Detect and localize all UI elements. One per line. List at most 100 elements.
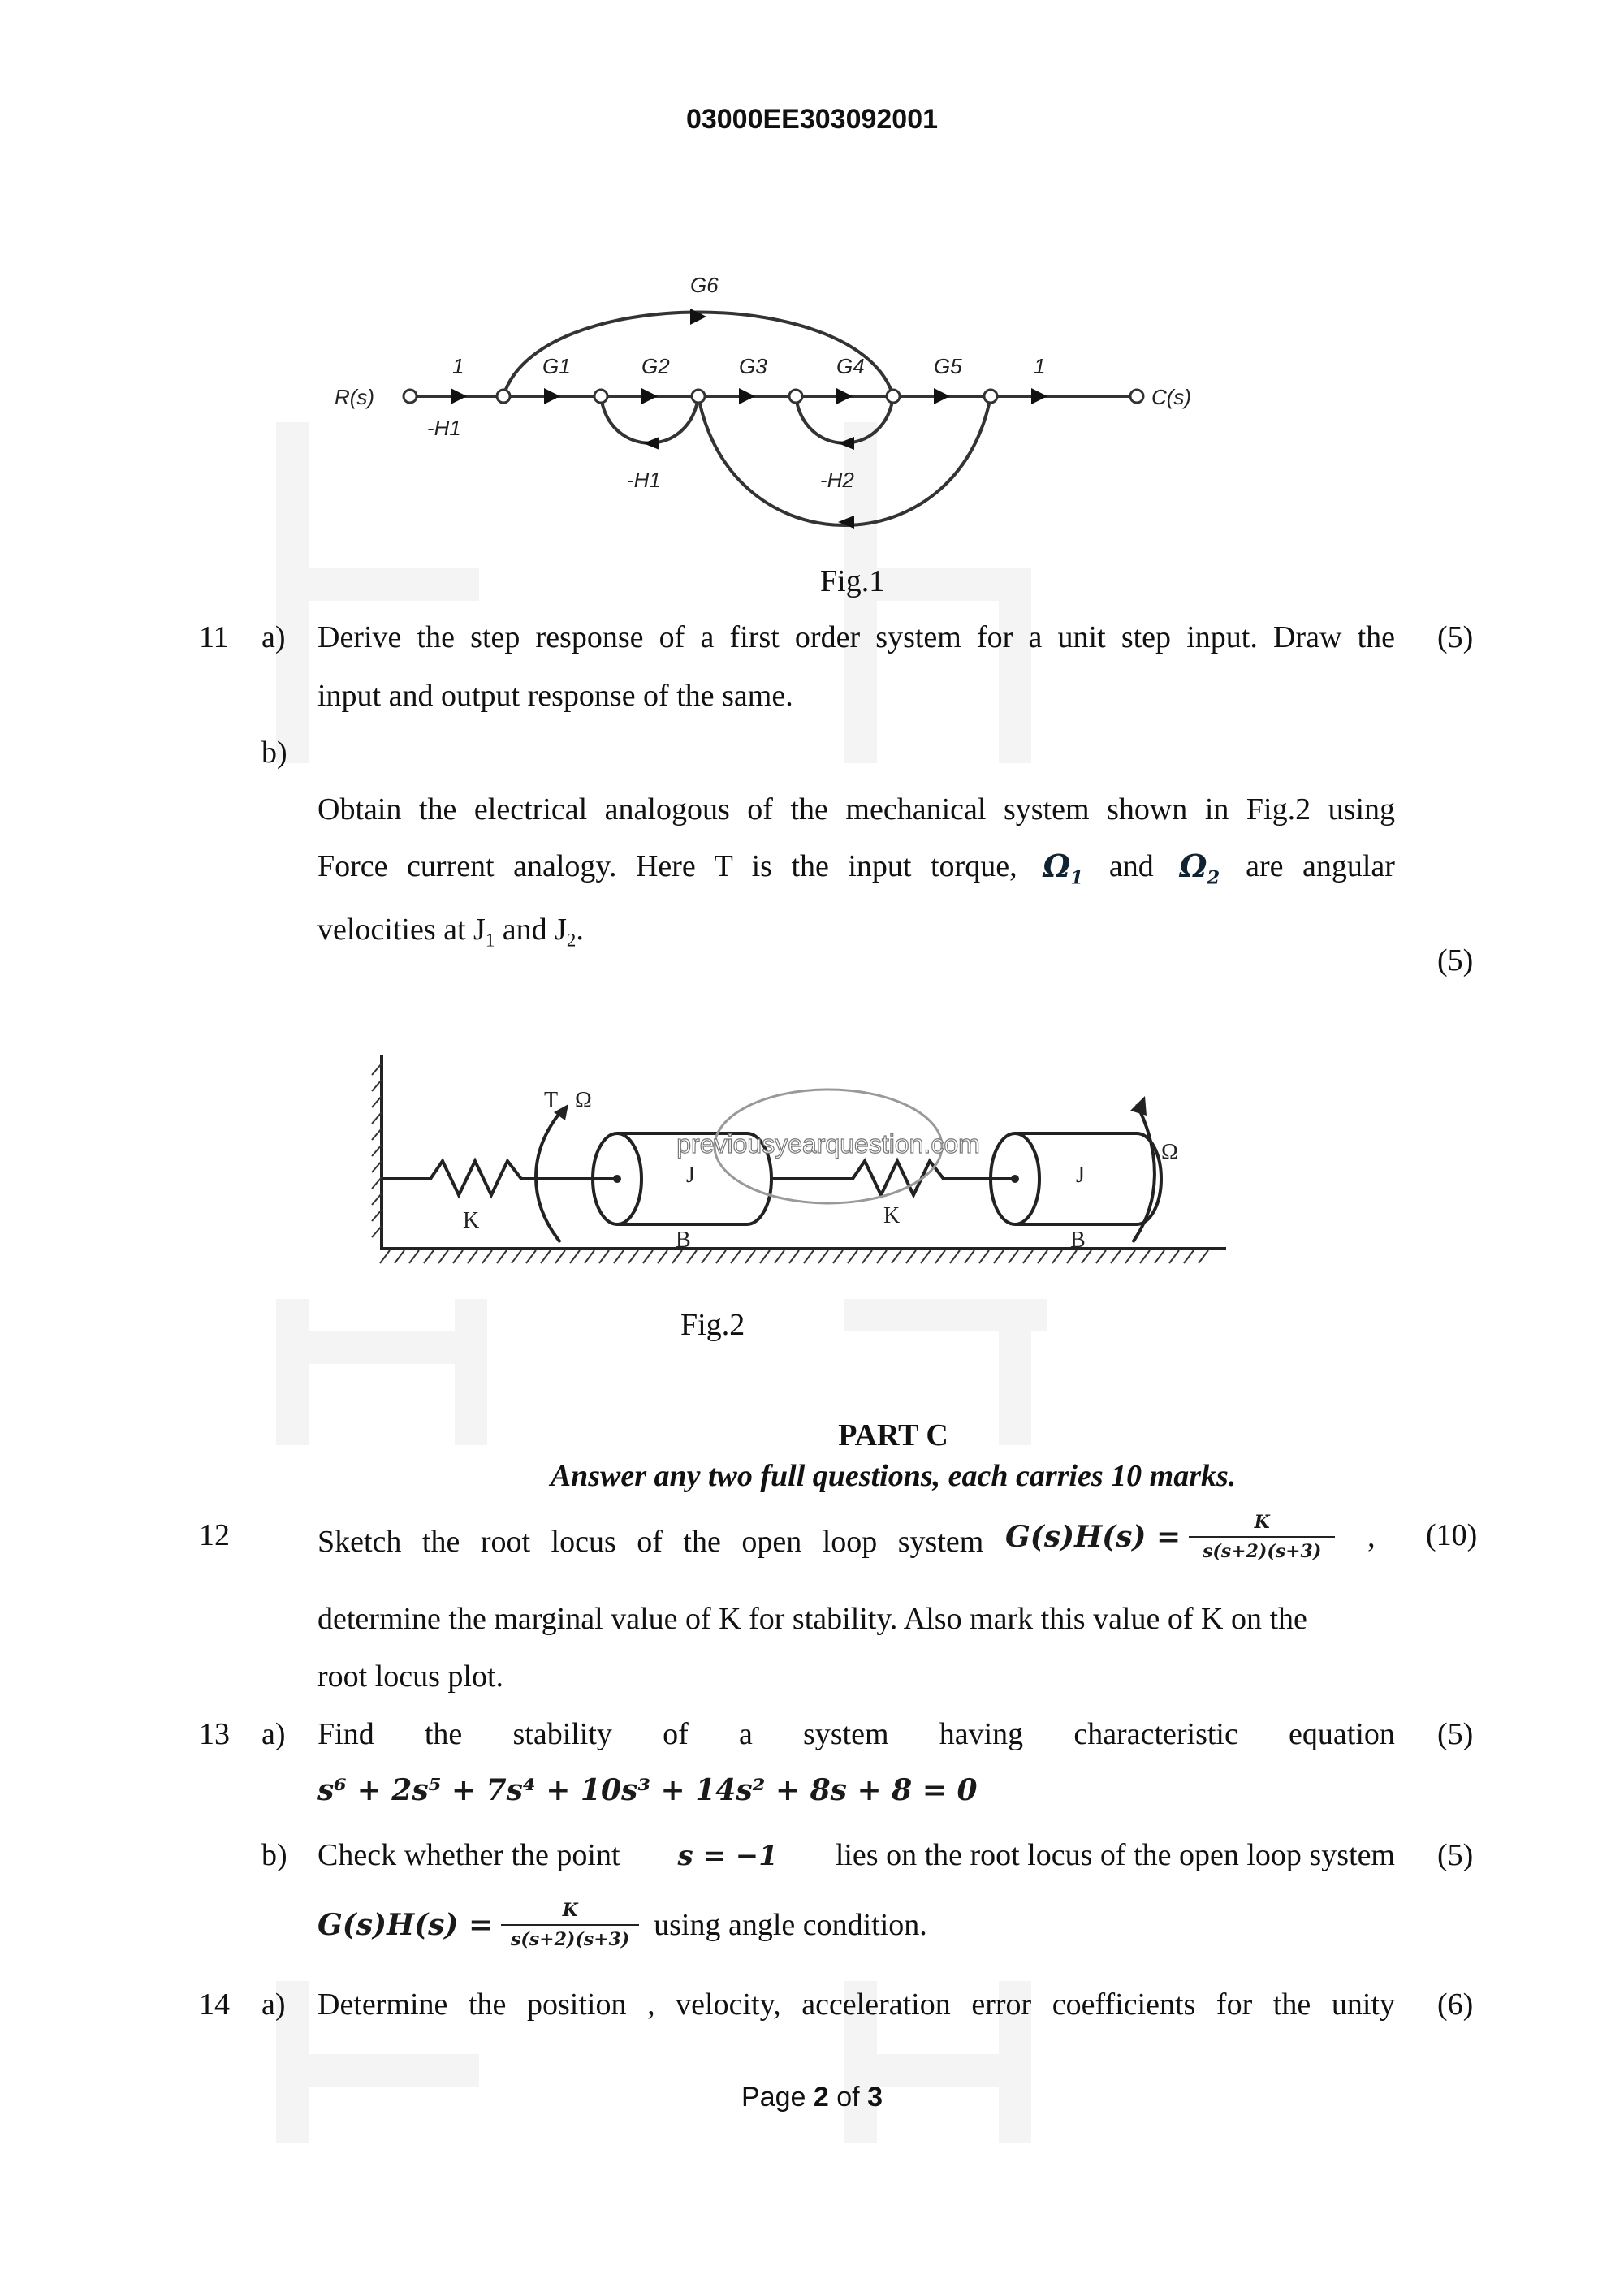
word: stability <box>512 1717 612 1751</box>
word: having <box>939 1717 1024 1751</box>
point-value: s = −1 <box>677 1840 778 1872</box>
label-gain: G2 <box>641 354 670 378</box>
label-feedback: -H1 <box>427 416 461 440</box>
ground-hatch-line <box>1125 1249 1136 1264</box>
label-feedback: -H1 <box>627 468 661 492</box>
ground-hatch-line <box>818 1249 829 1264</box>
ground-hatch-line <box>935 1249 946 1264</box>
ground-hatch-line <box>496 1249 508 1264</box>
question-text: Obtain the electrical analogous of the m… <box>317 792 1395 826</box>
tf-fraction: K s(s+2)(s+3) <box>501 1900 640 1950</box>
marks: (5) <box>1437 620 1474 654</box>
marks: (5) <box>1437 1717 1474 1751</box>
label-omega2: Ω <box>1161 1140 1178 1165</box>
label-feedback: -H2 <box>820 468 854 492</box>
ground-hatch-line <box>832 1249 844 1264</box>
arrow-forward-g3 <box>739 388 755 404</box>
ground-hatch-line <box>482 1249 493 1264</box>
ground-hatch-line <box>701 1249 712 1264</box>
question-text-line: Force current analogy. Here T is the inp… <box>317 851 1395 887</box>
tf-lhs: G(s)H(s) = <box>317 1908 494 1942</box>
omega-1: Ω1 <box>1043 848 1084 889</box>
question-number: 11 <box>199 620 229 654</box>
ground-hatch-line <box>511 1249 522 1264</box>
arrow-feedback-h2 <box>838 437 854 450</box>
label-b1: B <box>676 1228 691 1253</box>
label-gain: G3 <box>739 354 767 378</box>
question-text: input and output response of the same. <box>317 679 793 713</box>
ground-hatch-line <box>628 1249 639 1264</box>
ground-hatch-line <box>1095 1249 1107 1264</box>
word: equation <box>1289 1717 1395 1751</box>
ground-hatch-line <box>394 1249 405 1264</box>
node-input <box>402 388 418 404</box>
ground-hatch-line <box>745 1249 756 1264</box>
question-text: using angle condition. <box>654 1908 927 1942</box>
watermark-shape <box>999 568 1031 763</box>
sub-question-label: a) <box>261 1987 286 2022</box>
ground-hatch-line <box>774 1249 785 1264</box>
label-gain: 1 <box>1034 354 1045 378</box>
label-j1: J <box>686 1163 695 1188</box>
node <box>788 388 804 404</box>
label-torque: T <box>544 1088 558 1113</box>
tf-lhs: G(s)H(s) = <box>1005 1520 1181 1554</box>
marks: (5) <box>1437 943 1474 978</box>
label-gain: 1 <box>452 354 464 378</box>
arrow-forward-1 <box>451 388 467 404</box>
ground-hatch-line <box>1110 1249 1121 1264</box>
ground-hatch-line <box>525 1249 537 1264</box>
ground-hatch-line <box>993 1249 1004 1264</box>
marks: (6) <box>1437 1987 1474 2022</box>
ground-hatch-line <box>1183 1249 1194 1264</box>
part-title: PART C <box>838 1418 948 1452</box>
ground-hatch-line <box>788 1249 800 1264</box>
ground-hatch-line <box>1037 1249 1048 1264</box>
marks: (5) <box>1437 1838 1474 1872</box>
question-text: Sketch the root locus of the open loop s… <box>317 1525 984 1559</box>
word: Find <box>317 1717 374 1751</box>
ground-hatch-line <box>759 1249 771 1264</box>
label-omega1: Ω <box>575 1088 592 1113</box>
sub-question-label: a) <box>261 620 286 654</box>
tf-numerator: K <box>1189 1512 1336 1538</box>
node <box>495 388 512 404</box>
sub-question-label: b) <box>261 736 287 770</box>
feedback-loop-h2 <box>794 395 895 445</box>
ground-hatch-line <box>1139 1249 1151 1264</box>
watermark-text: previousyearquestion.com <box>676 1129 980 1159</box>
ground-hatch-line <box>613 1249 624 1264</box>
node <box>690 388 706 404</box>
part-instruction: Answer any two full questions, each carr… <box>550 1459 1237 1493</box>
fig1-caption: Fig.1 <box>820 564 885 598</box>
ground-hatch-line <box>847 1249 858 1264</box>
ground-hatch-line <box>949 1249 961 1264</box>
word: of <box>663 1717 689 1751</box>
label-output: C(s) <box>1151 385 1191 409</box>
question-number: 13 <box>199 1717 230 1751</box>
marks: (10) <box>1426 1518 1478 1552</box>
label-input: R(s) <box>335 385 374 409</box>
label-k1: K <box>463 1208 479 1233</box>
ground-hatch-line <box>920 1249 931 1264</box>
ground-hatch-line <box>1168 1249 1180 1264</box>
question-number: 12 <box>199 1518 230 1552</box>
sub-question-label: b) <box>261 1838 287 1872</box>
label-gain-g6: G6 <box>690 273 719 297</box>
ground-hatch-line <box>964 1249 975 1264</box>
ground-hatch-line <box>584 1249 595 1264</box>
text: are angular <box>1246 849 1395 883</box>
arrow-feedback-h1 <box>643 437 659 450</box>
text: and <box>1108 849 1154 883</box>
question-text: Derive the step response of a first orde… <box>317 620 1395 654</box>
ground-hatch-line <box>657 1249 668 1264</box>
label-gain: G1 <box>542 354 571 378</box>
question-text-line: Find the stability of a system having ch… <box>317 1719 1395 1750</box>
ground-hatch-line <box>467 1249 478 1264</box>
node-output <box>1129 388 1145 404</box>
tf-denominator: s(s+2)(s+3) <box>510 1929 630 1950</box>
fig2-caption: Fig.2 <box>680 1308 745 1342</box>
watermark-shape <box>276 1331 479 1364</box>
question-number: 14 <box>199 1987 230 2022</box>
label-b2: B <box>1070 1228 1086 1253</box>
